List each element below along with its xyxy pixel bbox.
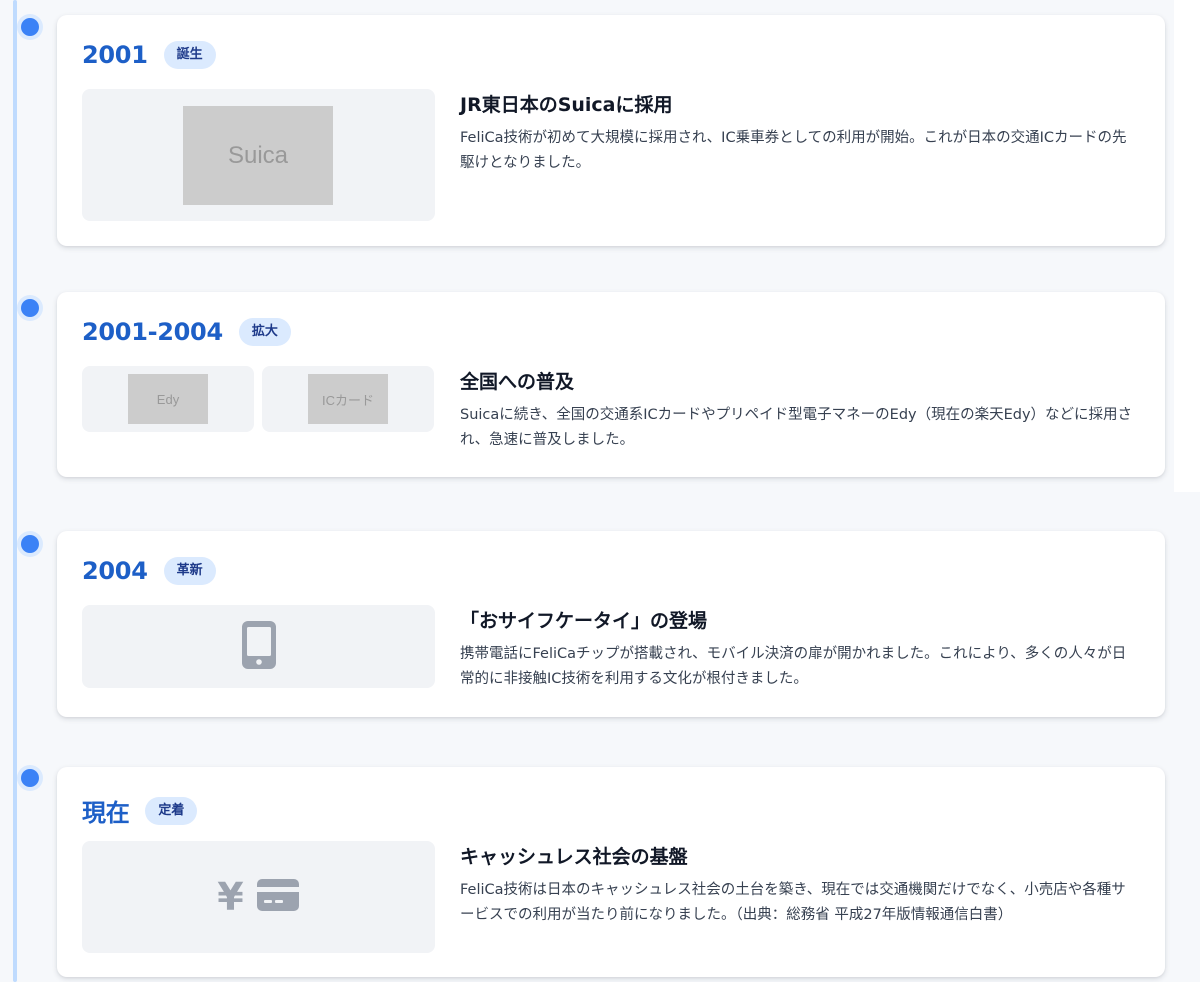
status-badge: 拡大 <box>238 318 291 346</box>
timeline-dot <box>21 769 39 787</box>
status-badge: 革新 <box>163 557 216 585</box>
timeline-dot <box>21 535 39 553</box>
status-badge: 誕生 <box>163 41 216 69</box>
ic-card-image-frame: ICカード <box>262 366 434 432</box>
ic-card-image: ICカード <box>308 374 388 424</box>
card-body: Suicaに続き、全国の交通系ICカードやプリペイド型電子マネーのEdy（現在の… <box>460 407 1133 448</box>
card-image-area: Edy ICカード <box>82 366 434 432</box>
status-badge: 定着 <box>145 796 198 825</box>
card-year: 現在 <box>82 799 130 827</box>
card-header: 2001-2004 拡大 <box>82 318 291 346</box>
mobile-phone-icon <box>241 620 277 674</box>
card-text: キャッシュレス社会の基盤 FeliCa技術は日本のキャッシュレス社会の土台を築き… <box>460 844 1140 928</box>
timeline-card-2001-2004: 2001-2004 拡大 Edy ICカード 全国への普及 Suicaに続き、全… <box>57 292 1165 477</box>
timeline-card-2001: 2001 誕生 Suica JR東日本のSuicaに採用 FeliCa技術が初め… <box>57 15 1165 246</box>
timeline-line <box>13 0 17 982</box>
card-text: 「おサイフケータイ」の登場 携帯電話にFeliCaチップが搭載され、モバイル決済… <box>460 608 1140 692</box>
card-year: 2001 <box>82 41 148 69</box>
card-year: 2001-2004 <box>82 318 223 346</box>
card-header: 2004 革新 <box>82 557 216 585</box>
card-heading: JR東日本のSuicaに採用 <box>460 94 673 116</box>
card-heading: 全国への普及 <box>460 371 575 393</box>
suica-image: Suica <box>183 106 333 205</box>
credit-card-icon <box>256 878 300 916</box>
timeline-dot <box>21 299 39 317</box>
card-body: FeliCa技術は日本のキャッシュレス社会の土台を築き、現在では交通機関だけでな… <box>460 882 1126 923</box>
card-image-area: ¥ <box>82 841 435 953</box>
yen-icon: ¥ <box>217 875 244 919</box>
card-heading: キャッシュレス社会の基盤 <box>460 846 688 868</box>
edy-image: Edy <box>128 374 208 424</box>
timeline-card-current: 現在 定着 ¥ キャッシュレス社会の基盤 FeliCa技術は日本のキャッシュレス… <box>57 767 1165 977</box>
card-header: 2001 誕生 <box>82 41 216 69</box>
timeline-card-2004: 2004 革新 「おサイフケータイ」の登場 携帯電話にFeliCaチップが搭載さ… <box>57 531 1165 717</box>
card-image-area <box>82 605 435 688</box>
card-year: 2004 <box>82 557 148 585</box>
edy-image-frame: Edy <box>82 366 254 432</box>
card-text: JR東日本のSuicaに採用 FeliCa技術が初めて大規模に採用され、IC乗車… <box>460 92 1140 176</box>
card-image-area: Suica <box>82 89 435 221</box>
card-text: 全国への普及 Suicaに続き、全国の交通系ICカードやプリペイド型電子マネーの… <box>460 369 1140 453</box>
card-heading: 「おサイフケータイ」の登場 <box>460 610 708 632</box>
card-header: 現在 定着 <box>82 793 198 828</box>
timeline-dot <box>21 18 39 36</box>
card-body: FeliCa技術が初めて大規模に採用され、IC乗車券としての利用が開始。これが日… <box>460 130 1127 171</box>
card-body: 携帯電話にFeliCaチップが搭載され、モバイル決済の扉が開かれました。これによ… <box>460 646 1127 687</box>
